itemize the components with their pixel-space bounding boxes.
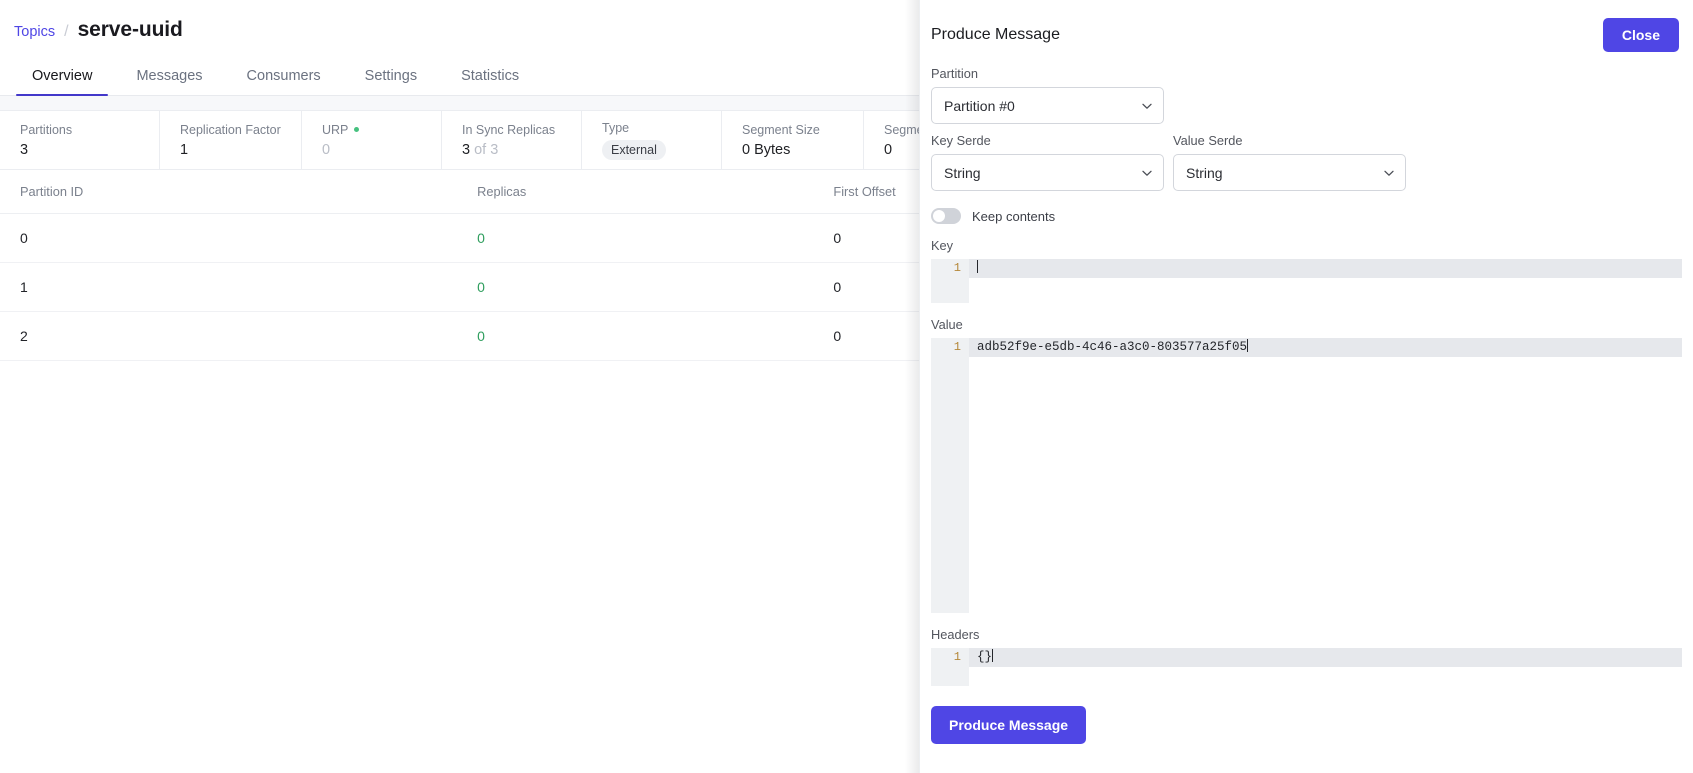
metric-replication-factor: Replication Factor 1: [160, 111, 302, 169]
metric-in-sync-replicas: In Sync Replicas 3 of 3: [442, 111, 582, 169]
value-editor-label: Value: [931, 317, 963, 332]
value-editor-text: adb52f9e-e5db-4c46-a3c0-803577a25f05: [977, 340, 1248, 354]
cell-partition-id: 0: [0, 213, 458, 263]
text-caret: [1247, 339, 1249, 352]
cell-replicas: 0: [457, 262, 814, 312]
tab-messages[interactable]: Messages: [114, 68, 224, 95]
panel-body: Partition Partition #0 Key Serde String: [920, 66, 1693, 744]
metric-value-suffix: of 3: [474, 141, 499, 158]
value-serde-select-value: String: [1186, 164, 1223, 181]
metric-value: 0 Bytes: [742, 141, 791, 158]
metric-type: Type External: [582, 111, 722, 169]
cell-partition-id: 2: [0, 311, 458, 361]
headers-editor-block: Headers 1 {}: [931, 627, 1682, 686]
keep-contents-label: Keep contents: [972, 208, 1056, 224]
cell-replicas: 0: [457, 311, 814, 361]
metric-value: 1: [180, 141, 189, 158]
chevron-down-icon: [1141, 100, 1152, 111]
breadcrumb-link-topics[interactable]: Topics: [14, 24, 55, 40]
key-serde-select[interactable]: String: [931, 154, 1164, 191]
headers-editor-label: Headers: [931, 627, 980, 642]
headers-editor-content: {}: [977, 648, 1682, 667]
column-header-replicas[interactable]: Replicas: [457, 170, 814, 214]
metric-value: 3: [20, 141, 29, 158]
metric-segment-size: Segment Size 0 Bytes: [722, 111, 864, 169]
metric-label: In Sync Replicas: [462, 122, 556, 137]
partition-select-value: Partition #0: [944, 97, 1015, 114]
metric-label: Replication Factor: [180, 122, 281, 137]
metric-label: Segment Size: [742, 122, 820, 137]
metric-partitions: Partitions 3: [0, 111, 160, 169]
produce-message-button[interactable]: Produce Message: [931, 706, 1087, 744]
key-editor-line-number: 1: [953, 261, 961, 275]
value-editor-line-number: 1: [953, 340, 961, 354]
partition-field: Partition Partition #0: [931, 66, 1164, 124]
tab-settings[interactable]: Settings: [343, 68, 439, 95]
value-editor-content: adb52f9e-e5db-4c46-a3c0-803577a25f05: [977, 338, 1682, 357]
text-caret: [992, 649, 994, 662]
tab-overview[interactable]: Overview: [10, 68, 114, 96]
key-editor[interactable]: 1: [931, 259, 1682, 303]
metric-label: URP: [322, 123, 421, 137]
key-editor-label: Key: [931, 238, 954, 253]
chevron-down-icon: [1141, 167, 1152, 178]
close-button[interactable]: Close: [1602, 18, 1679, 52]
keep-contents-toggle[interactable]: [931, 208, 961, 224]
page-title: serve-uuid: [77, 18, 183, 41]
column-header-partition-id[interactable]: Partition ID: [0, 170, 458, 214]
produce-message-panel: Produce Message Close Partition Partitio…: [919, 0, 1693, 773]
panel-title: Produce Message: [931, 26, 1060, 43]
metric-value: External: [602, 139, 701, 160]
cell-partition-id: 1: [0, 262, 458, 312]
toggle-knob: [933, 210, 945, 222]
key-serde-select-value: String: [944, 164, 981, 181]
value-editor[interactable]: 1 adb52f9e-e5db-4c46-a3c0-803577a25f05: [931, 338, 1682, 613]
headers-editor-line-number: 1: [953, 650, 961, 664]
headers-editor[interactable]: 1 {}: [931, 648, 1682, 686]
tab-consumers[interactable]: Consumers: [225, 68, 343, 95]
text-caret: [977, 260, 978, 273]
tab-statistics[interactable]: Statistics: [439, 68, 541, 95]
headers-editor-text: {}: [977, 650, 993, 664]
value-serde-select[interactable]: String: [1173, 154, 1406, 191]
partition-select[interactable]: Partition #0: [931, 87, 1164, 124]
value-editor-block: Value 1 adb52f9e-e5db-4c46-a3c0-803577a2…: [931, 317, 1682, 613]
key-serde-label: Key Serde: [931, 133, 991, 148]
metric-value: 3 of 3: [462, 141, 499, 158]
app-root: Topics / serve-uuid Overview Messages Co…: [0, 0, 1693, 773]
status-badge: External: [602, 139, 666, 160]
chevron-down-icon: [1383, 167, 1394, 178]
metric-label: Partitions: [20, 122, 73, 137]
value-serde-label: Value Serde: [1173, 133, 1243, 148]
status-dot-icon: [354, 127, 360, 132]
key-editor-content: [977, 259, 1682, 278]
metric-value: 0: [322, 141, 331, 158]
breadcrumb-separator: /: [64, 23, 69, 40]
value-serde-field: Value Serde String: [1173, 133, 1406, 191]
partition-label: Partition: [931, 66, 978, 81]
panel-header: Produce Message Close: [920, 0, 1693, 66]
metric-label: Type: [602, 120, 630, 135]
key-editor-block: Key 1: [931, 238, 1682, 303]
metric-urp: URP 0: [302, 111, 442, 169]
value-editor-gutter: [931, 338, 969, 613]
serde-row: Key Serde String Value Serde String: [931, 133, 1682, 191]
key-serde-field: Key Serde String: [931, 133, 1164, 191]
cell-replicas: 0: [457, 213, 814, 263]
keep-contents-row: Keep contents: [931, 208, 1682, 224]
